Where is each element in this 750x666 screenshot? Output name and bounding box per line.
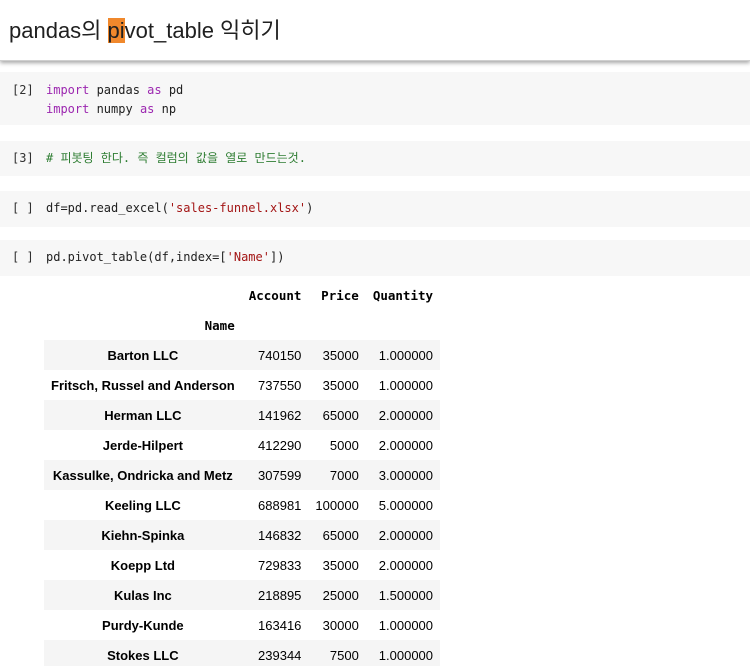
column-header-account: Account bbox=[241, 280, 309, 310]
cell-quantity: 5.000000 bbox=[378, 497, 434, 513]
code-text: pd.pivot_table(df,index=[ bbox=[46, 250, 227, 264]
cell-quantity: 2.000000 bbox=[378, 407, 434, 423]
cell-prompt: [ ] bbox=[12, 201, 34, 215]
cell-quantity: 1.000000 bbox=[378, 617, 434, 633]
cell-account: 239344 bbox=[258, 647, 302, 663]
code-cell-pivot-table[interactable]: [ ] pd.pivot_table(df,index=['Name']) bbox=[0, 240, 750, 276]
table-body: Barton LLC 740150 35000 1.000000 Fritsch, Ru… bbox=[44, 340, 441, 666]
code-text: ) bbox=[306, 201, 314, 215]
empty-header bbox=[241, 310, 309, 340]
cell-price: 100000 bbox=[315, 497, 359, 513]
row-index-name: Koepp Ltd bbox=[110, 557, 175, 573]
column-header-price: Price bbox=[308, 280, 366, 310]
cell-quantity: 2.000000 bbox=[378, 527, 434, 543]
cell-price: 7000 bbox=[329, 467, 359, 483]
table-row: Fritsch, Russel and Anderson 737550 35000 1… bbox=[44, 370, 441, 400]
code-text: ]) bbox=[269, 250, 285, 264]
code-string: 'Name' bbox=[226, 250, 270, 264]
dataframe-table: Account Price Quantity Name Barton LLC 74… bbox=[44, 280, 441, 666]
keyword-as: as bbox=[147, 83, 162, 97]
cell-prompt: [2] bbox=[12, 83, 34, 97]
row-index-name: Herman LLC bbox=[104, 407, 182, 423]
table-row: Stokes LLC 239344 7500 1.000000 bbox=[44, 640, 441, 666]
cell-prompt: [3] bbox=[12, 151, 34, 165]
table-row: Barton LLC 740150 35000 1.000000 bbox=[44, 340, 441, 370]
table-row: Purdy-Kunde 163416 30000 1.000000 bbox=[44, 610, 441, 640]
index-name-row: Name bbox=[44, 310, 441, 340]
code-editor[interactable]: df=pd.read_excel('sales-funnel.xlsx') bbox=[46, 199, 313, 218]
table-row: Koepp Ltd 729833 35000 2.000000 bbox=[44, 550, 441, 580]
cell-prompt: [ ] bbox=[12, 250, 34, 264]
header-corner bbox=[44, 280, 242, 310]
cell-price: 65000 bbox=[322, 527, 359, 543]
code-cell-read-excel[interactable]: [ ] df=pd.read_excel('sales-funnel.xlsx'… bbox=[0, 191, 750, 227]
cell-quantity: 3.000000 bbox=[378, 467, 434, 483]
cell-price: 35000 bbox=[322, 347, 359, 363]
row-index-name: Kiehn-Spinka bbox=[101, 527, 185, 543]
table-row: Kulas Inc 218895 25000 1.500000 bbox=[44, 580, 441, 610]
cell-account: 740150 bbox=[258, 347, 302, 363]
code-editor[interactable]: import pandas as pd import numpy as np bbox=[46, 81, 183, 119]
cell-quantity: 2.000000 bbox=[378, 557, 434, 573]
cell-account: 307599 bbox=[258, 467, 302, 483]
code-cell-imports[interactable]: [2] import pandas as pd import numpy as … bbox=[0, 72, 750, 125]
cell-price: 35000 bbox=[322, 377, 359, 393]
empty-header bbox=[365, 310, 441, 340]
table-row: Keeling LLC 688981 100000 5.000000 bbox=[44, 490, 441, 520]
module-name: pandas bbox=[89, 83, 148, 97]
table-row: Kiehn-Spinka 146832 65000 2.000000 bbox=[44, 520, 441, 550]
column-header-row: Account Price Quantity bbox=[44, 280, 441, 310]
module-name: numpy bbox=[89, 102, 140, 116]
cell-quantity: 1.000000 bbox=[378, 647, 434, 663]
row-index-name: Jerde-Hilpert bbox=[102, 437, 183, 453]
keyword-import: import bbox=[46, 102, 90, 116]
title-text-after: vot_table 익히기 bbox=[124, 18, 281, 43]
code-string: 'sales-funnel.xlsx' bbox=[168, 201, 307, 215]
title-text-before: pandas의 bbox=[9, 18, 108, 43]
cell-account: 412290 bbox=[258, 437, 302, 453]
cell-account: 218895 bbox=[258, 587, 302, 603]
cell-account: 163416 bbox=[258, 617, 302, 633]
empty-header bbox=[308, 310, 366, 340]
title-search-highlight: pi bbox=[107, 18, 125, 43]
cell-price: 25000 bbox=[322, 587, 359, 603]
row-index-name: Fritsch, Russel and Anderson bbox=[51, 377, 235, 393]
table-row: Jerde-Hilpert 412290 5000 2.000000 bbox=[44, 430, 441, 460]
page-title: pandas의 pivot_table 익히기 bbox=[9, 13, 281, 45]
code-comment[interactable]: # 피봇팅 한다. 즉 컬럼의 값을 열로 만드는것. bbox=[46, 149, 306, 168]
cell-quantity: 1.000000 bbox=[378, 347, 434, 363]
row-index-name: Kassulke, Ondricka and Metz bbox=[52, 467, 233, 483]
column-header-quantity: Quantity bbox=[365, 280, 441, 310]
row-index-name: Keeling LLC bbox=[104, 497, 181, 513]
module-alias: np bbox=[154, 102, 177, 116]
cell-account: 141962 bbox=[258, 407, 302, 423]
index-name: Name bbox=[44, 310, 242, 340]
cell-output: Account Price Quantity Name Barton LLC 74… bbox=[0, 280, 750, 666]
row-index-name: Purdy-Kunde bbox=[102, 617, 184, 633]
code-editor[interactable]: pd.pivot_table(df,index=['Name']) bbox=[46, 248, 284, 267]
row-index-name: Kulas Inc bbox=[113, 587, 172, 603]
cell-price: 30000 bbox=[322, 617, 359, 633]
code-cell-comment[interactable]: [3] # 피봇팅 한다. 즉 컬럼의 값을 열로 만드는것. bbox=[0, 141, 750, 176]
keyword-import: import bbox=[46, 83, 90, 97]
row-index-name: Barton LLC bbox=[107, 347, 179, 363]
keyword-as: as bbox=[139, 102, 155, 116]
cell-account: 688981 bbox=[258, 497, 302, 513]
cell-quantity: 1.500000 bbox=[378, 587, 434, 603]
table-row: Kassulke, Ondricka and Metz 307599 7000 3.0… bbox=[44, 460, 441, 490]
cell-price: 7500 bbox=[329, 647, 359, 663]
cell-price: 65000 bbox=[322, 407, 359, 423]
cell-price: 5000 bbox=[329, 437, 359, 453]
cell-account: 146832 bbox=[258, 527, 302, 543]
module-alias: pd bbox=[161, 83, 184, 97]
cell-account: 729833 bbox=[258, 557, 302, 573]
code-text: df=pd.read_excel( bbox=[46, 201, 169, 215]
table-row: Herman LLC 141962 65000 2.000000 bbox=[44, 400, 441, 430]
cell-quantity: 1.000000 bbox=[378, 377, 434, 393]
cell-account: 737550 bbox=[258, 377, 302, 393]
cell-quantity: 2.000000 bbox=[378, 437, 434, 453]
notebook-header: pandas의 pivot_table 익히기 bbox=[0, 0, 750, 61]
cell-price: 35000 bbox=[322, 557, 359, 573]
row-index-name: Stokes LLC bbox=[107, 647, 179, 663]
